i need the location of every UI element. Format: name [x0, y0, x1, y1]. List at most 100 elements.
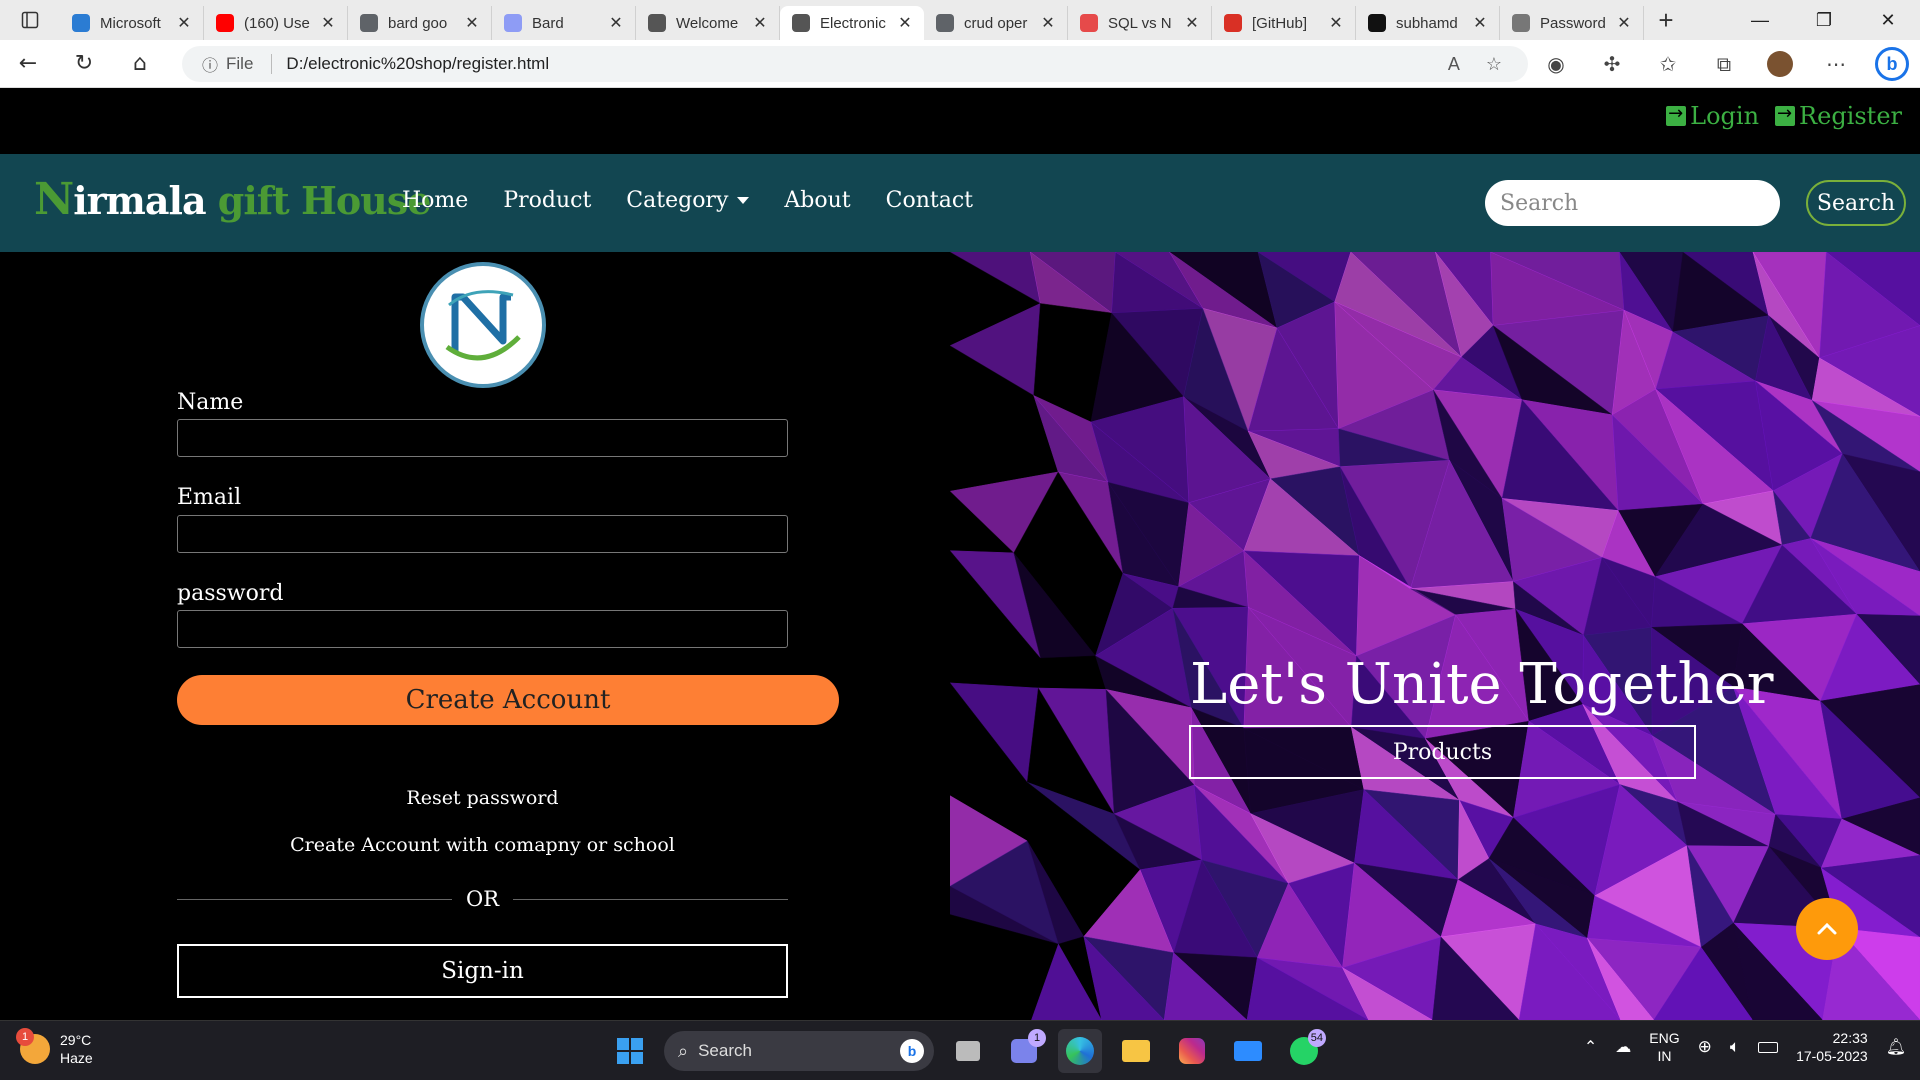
tab-close-icon[interactable]: ✕ [463, 13, 481, 33]
browser-tab[interactable]: subhamd ✕ [1356, 6, 1500, 40]
search-input[interactable] [1485, 180, 1780, 226]
read-aloud-icon[interactable]: A [1448, 54, 1460, 75]
start-button[interactable] [608, 1029, 652, 1073]
taskbar-search[interactable]: ⌕ Search b [664, 1031, 934, 1071]
edge-button[interactable] [1058, 1029, 1102, 1073]
volume-icon[interactable]: 🔈︎ [1730, 1037, 1740, 1057]
register-link[interactable]: Register [1775, 102, 1902, 130]
address-bar[interactable]: ⓘ File D:/electronic%20shop/register.htm… [182, 46, 1528, 82]
email-label: Email [177, 485, 242, 510]
minimize-button[interactable]: — [1728, 0, 1792, 40]
mail-button[interactable] [1226, 1029, 1270, 1073]
sign-in-button[interactable]: Sign-in [177, 944, 788, 998]
name-field[interactable] [177, 419, 788, 457]
browser-tab[interactable]: Welcome ✕ [636, 6, 780, 40]
brand-gift: gift [217, 178, 290, 223]
browser-tab[interactable]: [GitHub] ✕ [1212, 6, 1356, 40]
login-link[interactable]: Login [1666, 102, 1759, 130]
bing-search-icon: b [900, 1039, 924, 1063]
menu-about[interactable]: About [784, 188, 850, 213]
refresh-icon: ↻ [74, 51, 94, 76]
reset-password-link[interactable]: Reset password [177, 787, 788, 809]
tab-close-icon[interactable]: ✕ [1615, 13, 1633, 33]
company-account-link[interactable]: Create Account with comapny or school [177, 834, 788, 856]
extension-icon[interactable]: ◉ [1528, 52, 1584, 76]
new-tab-button[interactable]: + [1644, 0, 1688, 40]
browser-tab[interactable]: bard goo ✕ [348, 6, 492, 40]
weather-temperature: 29°C [60, 1032, 92, 1048]
teams-chat-button[interactable]: 1 [1002, 1029, 1046, 1073]
hero-background [950, 252, 1920, 1020]
low-poly-background [950, 252, 1920, 1020]
brand-logo-text[interactable]: Nirmala gift House [34, 174, 431, 225]
n-logo-icon [445, 290, 521, 361]
weather-widget[interactable]: 1 29°C Haze [16, 1028, 93, 1067]
tab-actions-button[interactable] [0, 0, 60, 40]
extensions-puzzle-icon[interactable]: ✣ [1584, 52, 1640, 76]
browser-tab[interactable]: SQL vs N ✕ [1068, 6, 1212, 40]
tab-close-icon[interactable]: ✕ [1471, 13, 1489, 33]
instagram-button[interactable] [1170, 1029, 1214, 1073]
browser-tab[interactable]: crud oper ✕ [924, 6, 1068, 40]
or-divider: OR [177, 887, 788, 911]
battery-icon[interactable] [1758, 1041, 1779, 1053]
tab-close-icon[interactable]: ✕ [1327, 13, 1345, 33]
refresh-button[interactable]: ↻ [56, 40, 112, 88]
add-favorite-icon[interactable]: ☆ [1486, 54, 1502, 75]
browser-tab[interactable]: Electronic ✕ [780, 6, 924, 40]
menu-product[interactable]: Product [503, 188, 591, 213]
language-indicator[interactable]: ENG IN [1649, 1029, 1679, 1065]
browser-tab[interactable]: (160) Use ✕ [204, 6, 348, 40]
email-field[interactable] [177, 515, 788, 553]
scroll-to-top-button[interactable] [1796, 898, 1858, 960]
bing-copilot-icon[interactable]: b [1864, 47, 1920, 81]
tab-favicon-icon [216, 14, 234, 32]
onedrive-icon[interactable]: ☁ [1615, 1037, 1631, 1057]
notifications-icon[interactable]: 🔔︎ [1886, 1037, 1906, 1057]
tab-close-icon[interactable]: ✕ [751, 13, 769, 33]
login-icon [1666, 103, 1687, 126]
password-field[interactable] [177, 610, 788, 648]
back-button[interactable]: ← [0, 40, 56, 88]
home-button[interactable]: ⌂ [112, 40, 168, 88]
more-menu-icon[interactable]: ⋯ [1808, 52, 1864, 76]
browser-tab[interactable]: Microsoft ✕ [60, 6, 204, 40]
clock-date: 17-05-2023 [1796, 1048, 1868, 1064]
clock[interactable]: 22:33 17-05-2023 [1796, 1029, 1868, 1065]
whatsapp-button[interactable]: 54 [1282, 1029, 1326, 1073]
restore-button[interactable]: ❐ [1792, 0, 1856, 40]
favorites-icon[interactable]: ✩ [1640, 52, 1696, 76]
tab-close-icon[interactable]: ✕ [607, 13, 625, 33]
tab-close-icon[interactable]: ✕ [1183, 13, 1201, 33]
tab-favicon-icon [504, 14, 522, 32]
task-view-button[interactable] [946, 1029, 990, 1073]
chevron-up-tray-icon[interactable]: ⌃ [1584, 1037, 1597, 1057]
url-text[interactable]: D:/electronic%20shop/register.html [286, 54, 549, 74]
products-button[interactable]: Products [1189, 725, 1696, 779]
language-region: IN [1657, 1048, 1672, 1064]
brand-name: irmala [73, 178, 206, 223]
search-button[interactable]: Search [1806, 180, 1906, 226]
window-controls: — ❐ ✕ [1728, 0, 1920, 40]
browser-tab[interactable]: Bard ✕ [492, 6, 636, 40]
tab-favicon-icon [1224, 14, 1242, 32]
tab-close-icon[interactable]: ✕ [175, 13, 193, 33]
collections-icon[interactable]: ⧉ [1696, 52, 1752, 76]
file-explorer-button[interactable] [1114, 1029, 1158, 1073]
info-icon: ⓘ [202, 58, 219, 75]
tab-close-icon[interactable]: ✕ [319, 13, 337, 33]
mail-icon [1234, 1041, 1262, 1061]
browser-tab[interactable]: Password ✕ [1500, 6, 1644, 40]
menu-home[interactable]: Home [402, 188, 468, 213]
network-icon[interactable]: ⊕ [1698, 1037, 1712, 1057]
profile-avatar[interactable] [1752, 51, 1808, 77]
close-window-button[interactable]: ✕ [1856, 0, 1920, 40]
chevron-up-icon [1817, 922, 1837, 935]
tab-close-icon[interactable]: ✕ [1039, 13, 1057, 33]
menu-contact[interactable]: Contact [886, 188, 973, 213]
create-account-button[interactable]: Create Account [177, 675, 839, 725]
register-label: Register [1799, 102, 1902, 130]
search-icon: ⌕ [678, 1040, 689, 1061]
tab-close-icon[interactable]: ✕ [896, 13, 914, 33]
menu-category[interactable]: Category [626, 188, 750, 213]
